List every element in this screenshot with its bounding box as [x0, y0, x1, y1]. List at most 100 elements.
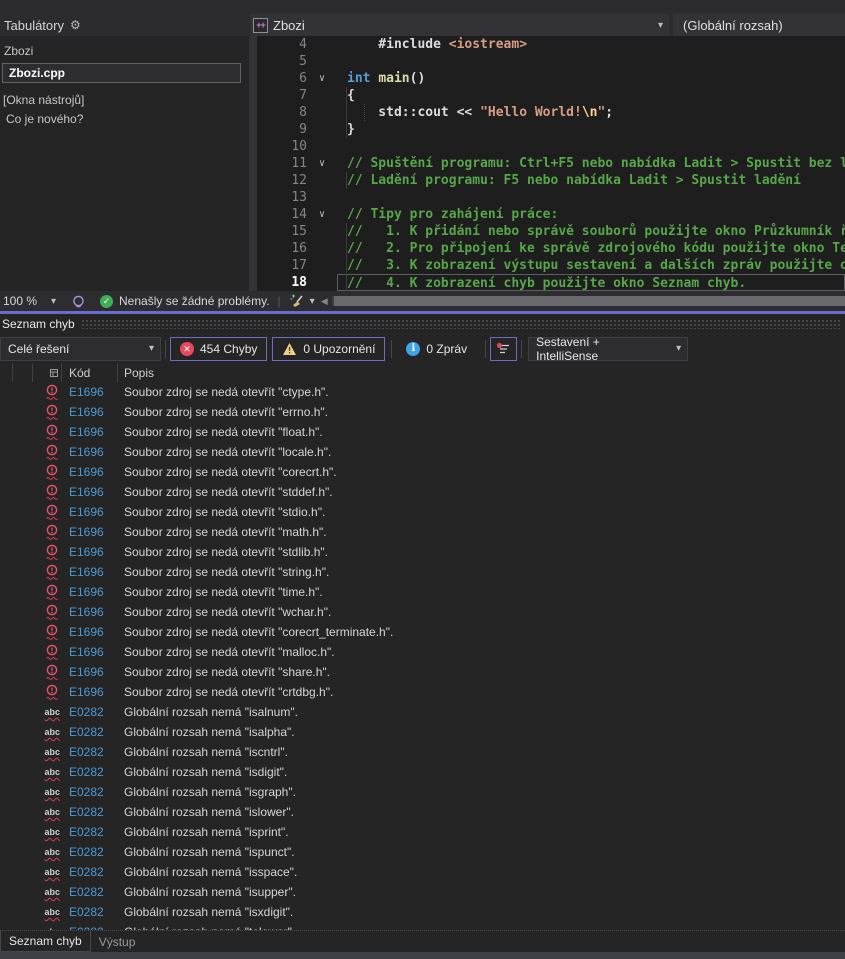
error-code-link[interactable]: E0282 [62, 865, 118, 879]
error-code-link[interactable]: E0282 [62, 725, 118, 739]
fold-chevron-icon[interactable]: ∨ [307, 70, 337, 87]
code-line[interactable]: 6∨int main() [257, 70, 845, 87]
error-row[interactable]: abcE0282Globální rozsah nemá "isalnum". [0, 702, 845, 722]
column-severity[interactable] [33, 363, 62, 382]
error-code-link[interactable]: E1696 [62, 665, 118, 679]
zoom-control[interactable]: 100 % ▾ [3, 294, 71, 308]
document-health-check-icon[interactable]: ✓ [100, 295, 113, 308]
scope-filter-chevron-icon[interactable]: ▾ [149, 343, 154, 354]
error-row[interactable]: E1696Soubor zdroj se nedá otevřít "mallo… [0, 642, 845, 662]
error-row[interactable]: abcE0282Globální rozsah nemá "islower". [0, 802, 845, 822]
code-line[interactable]: 18// 4. K zobrazení chyb použijte okno S… [257, 274, 845, 291]
error-code-link[interactable]: E1696 [62, 545, 118, 559]
broom-chevron-down-icon[interactable]: ▾ [310, 296, 315, 307]
error-code-link[interactable]: E0282 [62, 765, 118, 779]
errors-filter-button[interactable]: ✕ 454 Chyby [170, 337, 267, 361]
chevron-down-icon[interactable]: ▾ [658, 20, 663, 31]
scope-filter-dropdown[interactable]: Celé řešení ▾ [0, 337, 161, 361]
column-code[interactable]: Kód [62, 363, 118, 382]
error-row[interactable]: abcE0282Globální rozsah nemá "isdigit". [0, 762, 845, 782]
horizontal-scrollbar[interactable] [332, 296, 845, 306]
code-line[interactable]: 12// Ladění programu: F5 nebo nabídka La… [257, 172, 845, 189]
error-row[interactable]: E1696Soubor zdroj se nedá otevřít "strin… [0, 562, 845, 582]
warnings-filter-button[interactable]: 0 Upozornění [272, 337, 385, 361]
error-code-link[interactable]: E1696 [62, 685, 118, 699]
error-code-link[interactable]: E1696 [62, 485, 118, 499]
error-code-link[interactable]: E1696 [62, 385, 118, 399]
error-code-link[interactable]: E1696 [62, 525, 118, 539]
code-line[interactable]: 17// 3. K zobrazení výstupu sestavení a … [257, 257, 845, 274]
error-code-link[interactable]: E1696 [62, 465, 118, 479]
error-row[interactable]: abcE0282Globální rozsah nemá "ispunct". [0, 842, 845, 862]
panel-drag-grip[interactable] [81, 319, 842, 329]
error-code-link[interactable]: E1696 [62, 585, 118, 599]
filter-button[interactable] [490, 337, 517, 361]
error-code-link[interactable]: E1696 [62, 405, 118, 419]
error-row[interactable]: abcE0282Globální rozsah nemá "iscntrl". [0, 742, 845, 762]
sidebar-item-co-je-noveho[interactable]: Co je nového? [0, 109, 249, 128]
source-filter-chevron-icon[interactable]: ▾ [676, 343, 681, 354]
error-code-link[interactable]: E0282 [62, 745, 118, 759]
error-row[interactable]: E1696Soubor zdroj se nedá otevřít "errno… [0, 402, 845, 422]
zoom-chevron-down-icon[interactable]: ▾ [51, 296, 56, 307]
fold-chevron-icon[interactable]: ∨ [307, 155, 337, 172]
error-row[interactable]: E1696Soubor zdroj se nedá otevřít "stdio… [0, 502, 845, 522]
error-row[interactable]: E1696Soubor zdroj se nedá otevřít "wchar… [0, 602, 845, 622]
fold-chevron-icon[interactable]: ∨ [307, 206, 337, 223]
code-cleanup-broom-icon[interactable] [289, 294, 305, 309]
error-code-link[interactable]: E1696 [62, 505, 118, 519]
scrollbar-left-arrow-icon[interactable]: ◀ [321, 296, 328, 307]
error-code-link[interactable]: E0282 [62, 845, 118, 859]
error-row[interactable]: abcE0282Globální rozsah nemá "isalpha". [0, 722, 845, 742]
error-code-link[interactable]: E0282 [62, 705, 118, 719]
code-line[interactable]: 9} [257, 121, 845, 138]
scope-dropdown[interactable]: (Globální rozsah) [673, 14, 845, 36]
error-code-link[interactable]: E1696 [62, 445, 118, 459]
error-row[interactable]: E1696Soubor zdroj se nedá otevřít "stdde… [0, 482, 845, 502]
code-line[interactable]: 13 [257, 189, 845, 206]
document-dropdown[interactable]: ++ Zbozi ▾ [250, 14, 669, 36]
code-line[interactable]: 7{ [257, 87, 845, 104]
error-row[interactable]: E1696Soubor zdroj se nedá otevřít "time.… [0, 582, 845, 602]
error-row[interactable]: abcE0282Globální rozsah nemá "isspace". [0, 862, 845, 882]
code-line[interactable]: 10 [257, 138, 845, 155]
error-row[interactable]: E1696Soubor zdroj se nedá otevřít "float… [0, 422, 845, 442]
error-row[interactable]: E1696Soubor zdroj se nedá otevřít "corec… [0, 622, 845, 642]
tab-seznam-chyb[interactable]: Seznam chyb [0, 931, 91, 952]
error-code-link[interactable]: E0282 [62, 825, 118, 839]
tab-vystup[interactable]: Výstup [91, 931, 144, 952]
error-code-link[interactable]: E1696 [62, 625, 118, 639]
source-filter-dropdown[interactable]: Sestavení + IntelliSense ▾ [528, 337, 688, 361]
error-row[interactable]: E1696Soubor zdroj se nedá otevřít "ctype… [0, 382, 845, 402]
column-description[interactable]: Popis [118, 363, 845, 382]
error-row[interactable]: E1696Soubor zdroj se nedá otevřít "stdli… [0, 542, 845, 562]
error-code-link[interactable]: E1696 [62, 565, 118, 579]
code-line[interactable]: 11∨// Spuštění programu: Ctrl+F5 nebo na… [257, 155, 845, 172]
messages-filter-button[interactable]: i 0 Zpráv [396, 337, 477, 361]
error-code-link[interactable]: E1696 [62, 645, 118, 659]
code-editor[interactable]: 4 #include <iostream>56∨int main()7{8 st… [249, 36, 845, 291]
error-code-link[interactable]: E0282 [62, 805, 118, 819]
error-row[interactable]: abcE0282Globální rozsah nemá "isupper". [0, 882, 845, 902]
code-line[interactable]: 16// 2. Pro připojení ke správě zdrojové… [257, 240, 845, 257]
code-line[interactable]: 5 [257, 53, 845, 70]
error-code-link[interactable]: E0282 [62, 885, 118, 899]
code-line[interactable]: 4 #include <iostream> [257, 36, 845, 53]
error-row[interactable]: abcE0282Globální rozsah nemá "tolower". [0, 922, 845, 931]
column-select[interactable] [0, 363, 13, 382]
error-code-link[interactable]: E0282 [62, 785, 118, 799]
error-row[interactable]: E1696Soubor zdroj se nedá otevřít "corec… [0, 462, 845, 482]
code-line[interactable]: 15// 1. K přidání nebo správě souborů po… [257, 223, 845, 240]
horizontal-scrollbar-thumb[interactable] [334, 296, 845, 306]
column-category[interactable] [13, 363, 33, 382]
sidebar-active-file[interactable]: Zbozi.cpp [2, 63, 241, 83]
error-code-link[interactable]: E0282 [62, 905, 118, 919]
error-row[interactable]: E1696Soubor zdroj se nedá otevřít "share… [0, 662, 845, 682]
error-code-link[interactable]: E1696 [62, 425, 118, 439]
error-row[interactable]: abcE0282Globální rozsah nemá "isxdigit". [0, 902, 845, 922]
code-line[interactable]: 8 std::cout << "Hello World!\n"; [257, 104, 845, 121]
error-row[interactable]: abcE0282Globální rozsah nemá "isprint". [0, 822, 845, 842]
error-row[interactable]: E1696Soubor zdroj se nedá otevřít "local… [0, 442, 845, 462]
error-row[interactable]: abcE0282Globální rozsah nemá "isgraph". [0, 782, 845, 802]
error-code-link[interactable]: E1696 [62, 605, 118, 619]
